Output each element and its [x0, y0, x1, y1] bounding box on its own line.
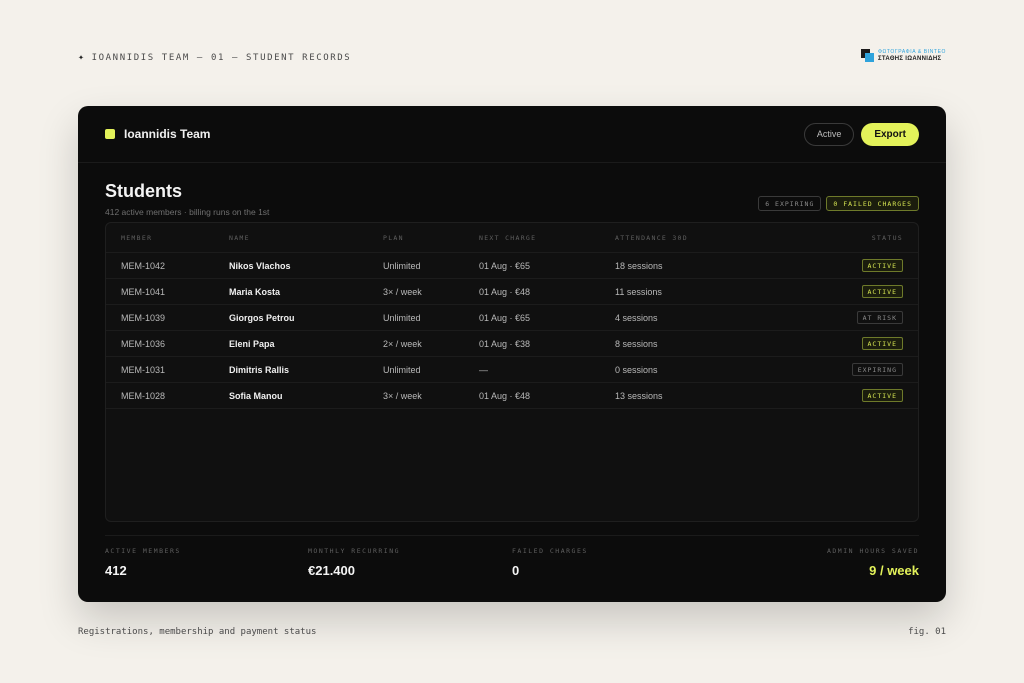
status-badge: AT RISK — [856, 311, 903, 324]
member-id: MEM-1039 — [121, 312, 166, 323]
stat-label: FAILED CHARGES — [512, 547, 588, 555]
stat-value: 9 / week — [869, 563, 919, 578]
member-name: Sofia Manou — [229, 390, 283, 401]
stat-label: ADMIN HOURS SAVED — [826, 547, 919, 555]
member-next-charge: — — [479, 364, 488, 375]
table-row[interactable]: MEM-1036 Eleni Papa 2× / week 01 Aug · €… — [106, 331, 918, 357]
col-next-charge[interactable]: NEXT CHARGE — [479, 223, 536, 252]
table-row[interactable]: MEM-1039 Giorgos Petrou Unlimited 01 Aug… — [106, 305, 918, 331]
brand-line-1: ΦΩΤΟΓΡΑΦΙΑ & ΒΙΝΤΕΟ — [877, 49, 946, 55]
member-plan: Unlimited — [383, 260, 421, 271]
member-attendance: 11 sessions — [615, 286, 662, 297]
member-plan: 3× / week — [383, 286, 422, 297]
table-header: MEMBER NAME PLAN NEXT CHARGE ATTENDANCE … — [106, 223, 918, 253]
col-plan[interactable]: PLAN — [383, 223, 404, 252]
expiring-chip[interactable]: 6 EXPIRING — [758, 196, 822, 211]
page-subtitle: 412 active members · billing runs on the… — [105, 207, 270, 217]
stat-label: ACTIVE MEMBERS — [105, 547, 181, 555]
page-title: Students — [105, 181, 183, 201]
brand-line-2: ΣΤΑΘΗΣ ΙΩΑΝΝΙΔΗΣ — [877, 56, 942, 62]
bottom-caption: Registrations, membership and payment st… — [78, 627, 317, 637]
member-next-charge: 01 Aug · €48 — [479, 390, 531, 401]
member-id: MEM-1028 — [121, 390, 166, 401]
member-plan: Unlimited — [383, 364, 421, 375]
failed-charges-chip[interactable]: 0 FAILED CHARGES — [826, 196, 919, 211]
stat-monthly-recurring: MONTHLY RECURRING €21.400 — [308, 547, 400, 578]
active-filter-button[interactable]: Active — [803, 122, 855, 146]
top-caption-text: IOANNIDIS TEAM — 01 — STUDENT RECORDS — [91, 52, 352, 63]
team-name: Ioannidis Team — [124, 127, 211, 141]
col-name[interactable]: NAME — [229, 223, 250, 252]
member-attendance: 4 sessions — [615, 312, 658, 323]
member-next-charge: 01 Aug · €48 — [479, 286, 531, 297]
stat-value: 412 — [105, 563, 127, 578]
member-next-charge: 01 Aug · €65 — [479, 260, 531, 271]
sparkle-icon: ✦ — [78, 52, 86, 63]
member-plan: Unlimited — [383, 312, 421, 323]
member-name: Maria Kosta — [229, 286, 281, 297]
figure-label: fig. 01 — [908, 627, 946, 637]
table-row[interactable]: MEM-1041 Maria Kosta 3× / week 01 Aug · … — [106, 279, 918, 305]
member-id: MEM-1042 — [121, 260, 166, 271]
member-id: MEM-1031 — [121, 364, 166, 375]
stat-admin-hours: ADMIN HOURS SAVED 9 / week — [827, 547, 919, 578]
status-badge: ACTIVE — [861, 389, 903, 402]
col-attendance[interactable]: ATTENDANCE 30D — [615, 223, 688, 252]
member-name: Nikos Vlachos — [229, 260, 291, 271]
stat-active-members: ACTIVE MEMBERS 412 — [105, 547, 181, 578]
section-head: Students 412 active members · billing ru… — [78, 163, 946, 223]
team-label: Ioannidis Team — [105, 127, 210, 141]
stat-failed-charges: FAILED CHARGES 0 — [512, 547, 588, 578]
member-name: Dimitris Rallis — [229, 364, 290, 375]
brand-logo: ΦΩΤΟΓΡΑΦΙΑ & ΒΙΝΤΕΟ ΣΤΑΘΗΣ ΙΩΑΝΝΙΔΗΣ — [860, 49, 946, 62]
member-next-charge: 01 Aug · €65 — [479, 312, 531, 323]
stat-label: MONTHLY RECURRING — [308, 547, 401, 555]
member-name: Giorgos Petrou — [229, 312, 295, 323]
stat-value: 0 — [512, 563, 520, 578]
member-attendance: 0 sessions — [615, 364, 658, 375]
summary-stats: ACTIVE MEMBERS 412 MONTHLY RECURRING €21… — [105, 535, 919, 585]
member-attendance: 8 sessions — [615, 338, 658, 349]
students-panel: Ioannidis Team Active Export Students 41… — [78, 106, 946, 602]
member-plan: 3× / week — [383, 390, 422, 401]
top-caption: ✦ IOANNIDIS TEAM — 01 — STUDENT RECORDS — [78, 52, 351, 63]
member-attendance: 13 sessions — [615, 390, 663, 401]
status-badge: ACTIVE — [861, 337, 903, 350]
member-id: MEM-1041 — [121, 286, 166, 297]
brand-mark-icon — [860, 49, 875, 62]
table-row[interactable]: MEM-1031 Dimitris Rallis Unlimited — 0 s… — [106, 357, 918, 383]
status-badge: EXPIRING — [851, 363, 903, 376]
export-button[interactable]: Export — [861, 122, 919, 146]
team-dot-icon — [105, 129, 115, 139]
member-plan: 2× / week — [383, 338, 422, 349]
students-table: MEMBER NAME PLAN NEXT CHARGE ATTENDANCE … — [105, 222, 919, 522]
col-status[interactable]: STATUS — [872, 223, 903, 252]
table-row[interactable]: MEM-1042 Nikos Vlachos Unlimited 01 Aug … — [106, 253, 918, 279]
member-name: Eleni Papa — [229, 338, 275, 349]
table-row[interactable]: MEM-1028 Sofia Manou 3× / week 01 Aug · … — [106, 383, 918, 409]
status-badge: ACTIVE — [861, 285, 903, 298]
member-attendance: 18 sessions — [615, 260, 663, 271]
member-next-charge: 01 Aug · €38 — [479, 338, 531, 349]
member-id: MEM-1036 — [121, 338, 166, 349]
stat-value: €21.400 — [308, 563, 355, 578]
col-member[interactable]: MEMBER — [121, 223, 152, 252]
status-badge: ACTIVE — [861, 259, 903, 272]
panel-header: Ioannidis Team Active Export — [78, 106, 946, 163]
